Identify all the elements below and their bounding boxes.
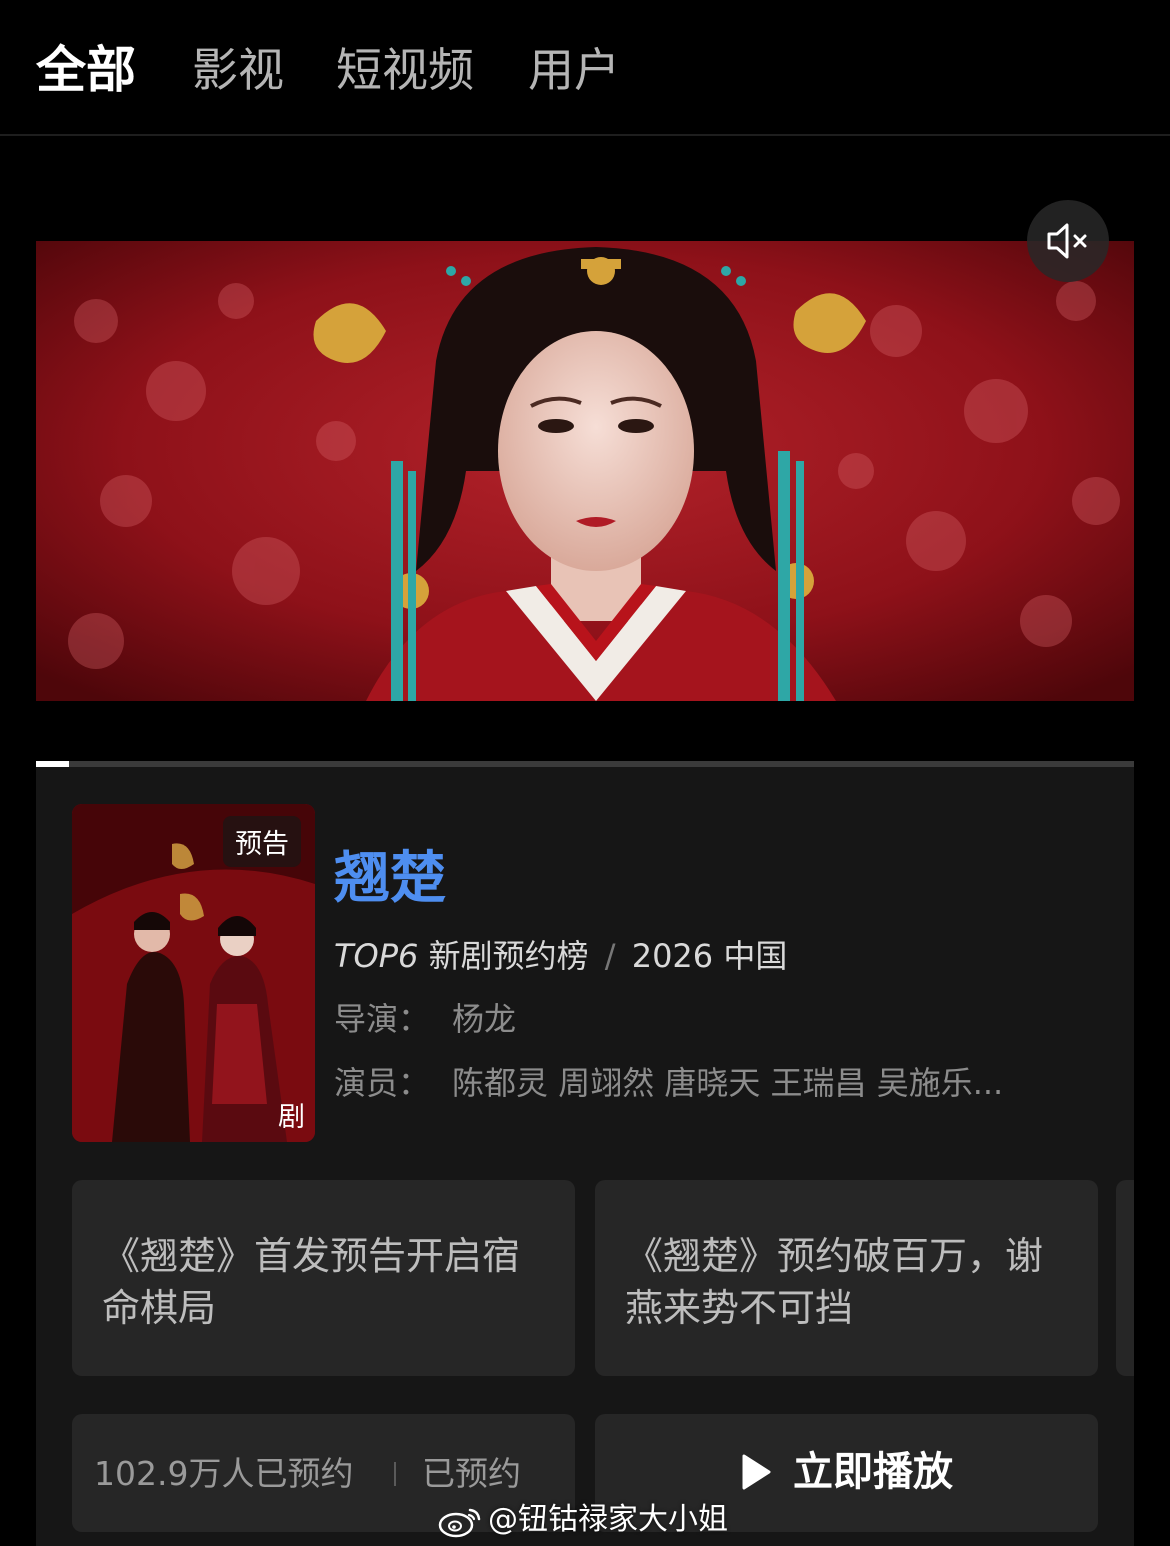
director-name: 杨龙 <box>452 1000 517 1038</box>
mute-toggle-button[interactable] <box>1027 200 1109 282</box>
director-row: 导演： 杨龙 <box>334 997 516 1041</box>
year-region: 2026 中国 <box>631 937 788 975</box>
director-label: 导演： <box>334 1000 431 1038</box>
news-item-next-peek[interactable] <box>1116 1180 1134 1376</box>
cast-row: 演员： 陈都灵 周翊然 唐晓天 王瑞昌 吴施乐... <box>334 1061 1003 1105</box>
cast-names: 陈都灵 周翊然 唐晓天 王瑞昌 吴施乐... <box>452 1064 1004 1102</box>
content-type-label: 剧 <box>278 1102 305 1133</box>
cast-label: 演员： <box>334 1064 431 1102</box>
show-meta: TOP6 新剧预约榜 / 2026 中国 <box>334 934 787 978</box>
news-item[interactable]: 《翘楚》预约破百万，谢燕来势不可挡 <box>595 1180 1098 1376</box>
show-title[interactable]: 翘楚 <box>334 846 446 912</box>
weibo-icon <box>438 1508 481 1537</box>
reservation-divider <box>394 1462 396 1486</box>
reservation-count: 102.9万人已预约 <box>94 1454 354 1493</box>
meta-separator: / <box>604 937 616 975</box>
ranking-chart-name[interactable]: 新剧预约榜 <box>429 937 589 975</box>
speaker-muted-icon <box>1047 223 1087 259</box>
news-item[interactable]: 《翘楚》首发预告开启宿命棋局 <box>72 1180 575 1376</box>
tab-all[interactable]: 全部 <box>36 40 136 100</box>
trailer-frame <box>36 241 1134 701</box>
tab-users[interactable]: 用户 <box>528 40 620 100</box>
trailer-video[interactable] <box>36 241 1134 701</box>
play-icon <box>742 1454 771 1490</box>
watermark-text: @钮钴禄家大小姐 <box>488 1502 728 1537</box>
tab-short-video[interactable]: 短视频 <box>336 40 474 100</box>
rank-label: TOP6 <box>334 937 419 975</box>
trailer-badge: 预告 <box>223 816 301 867</box>
tab-film-tv[interactable]: 影视 <box>192 40 284 100</box>
top-tab-bar: 全部 影视 短视频 用户 <box>0 0 1170 136</box>
watermark: @钮钴禄家大小姐 <box>438 1500 728 1540</box>
show-poster[interactable]: 预告 剧 <box>72 804 315 1142</box>
play-now-label: 立即播放 <box>793 1449 953 1495</box>
reserved-status[interactable]: 已预约 <box>422 1452 521 1496</box>
